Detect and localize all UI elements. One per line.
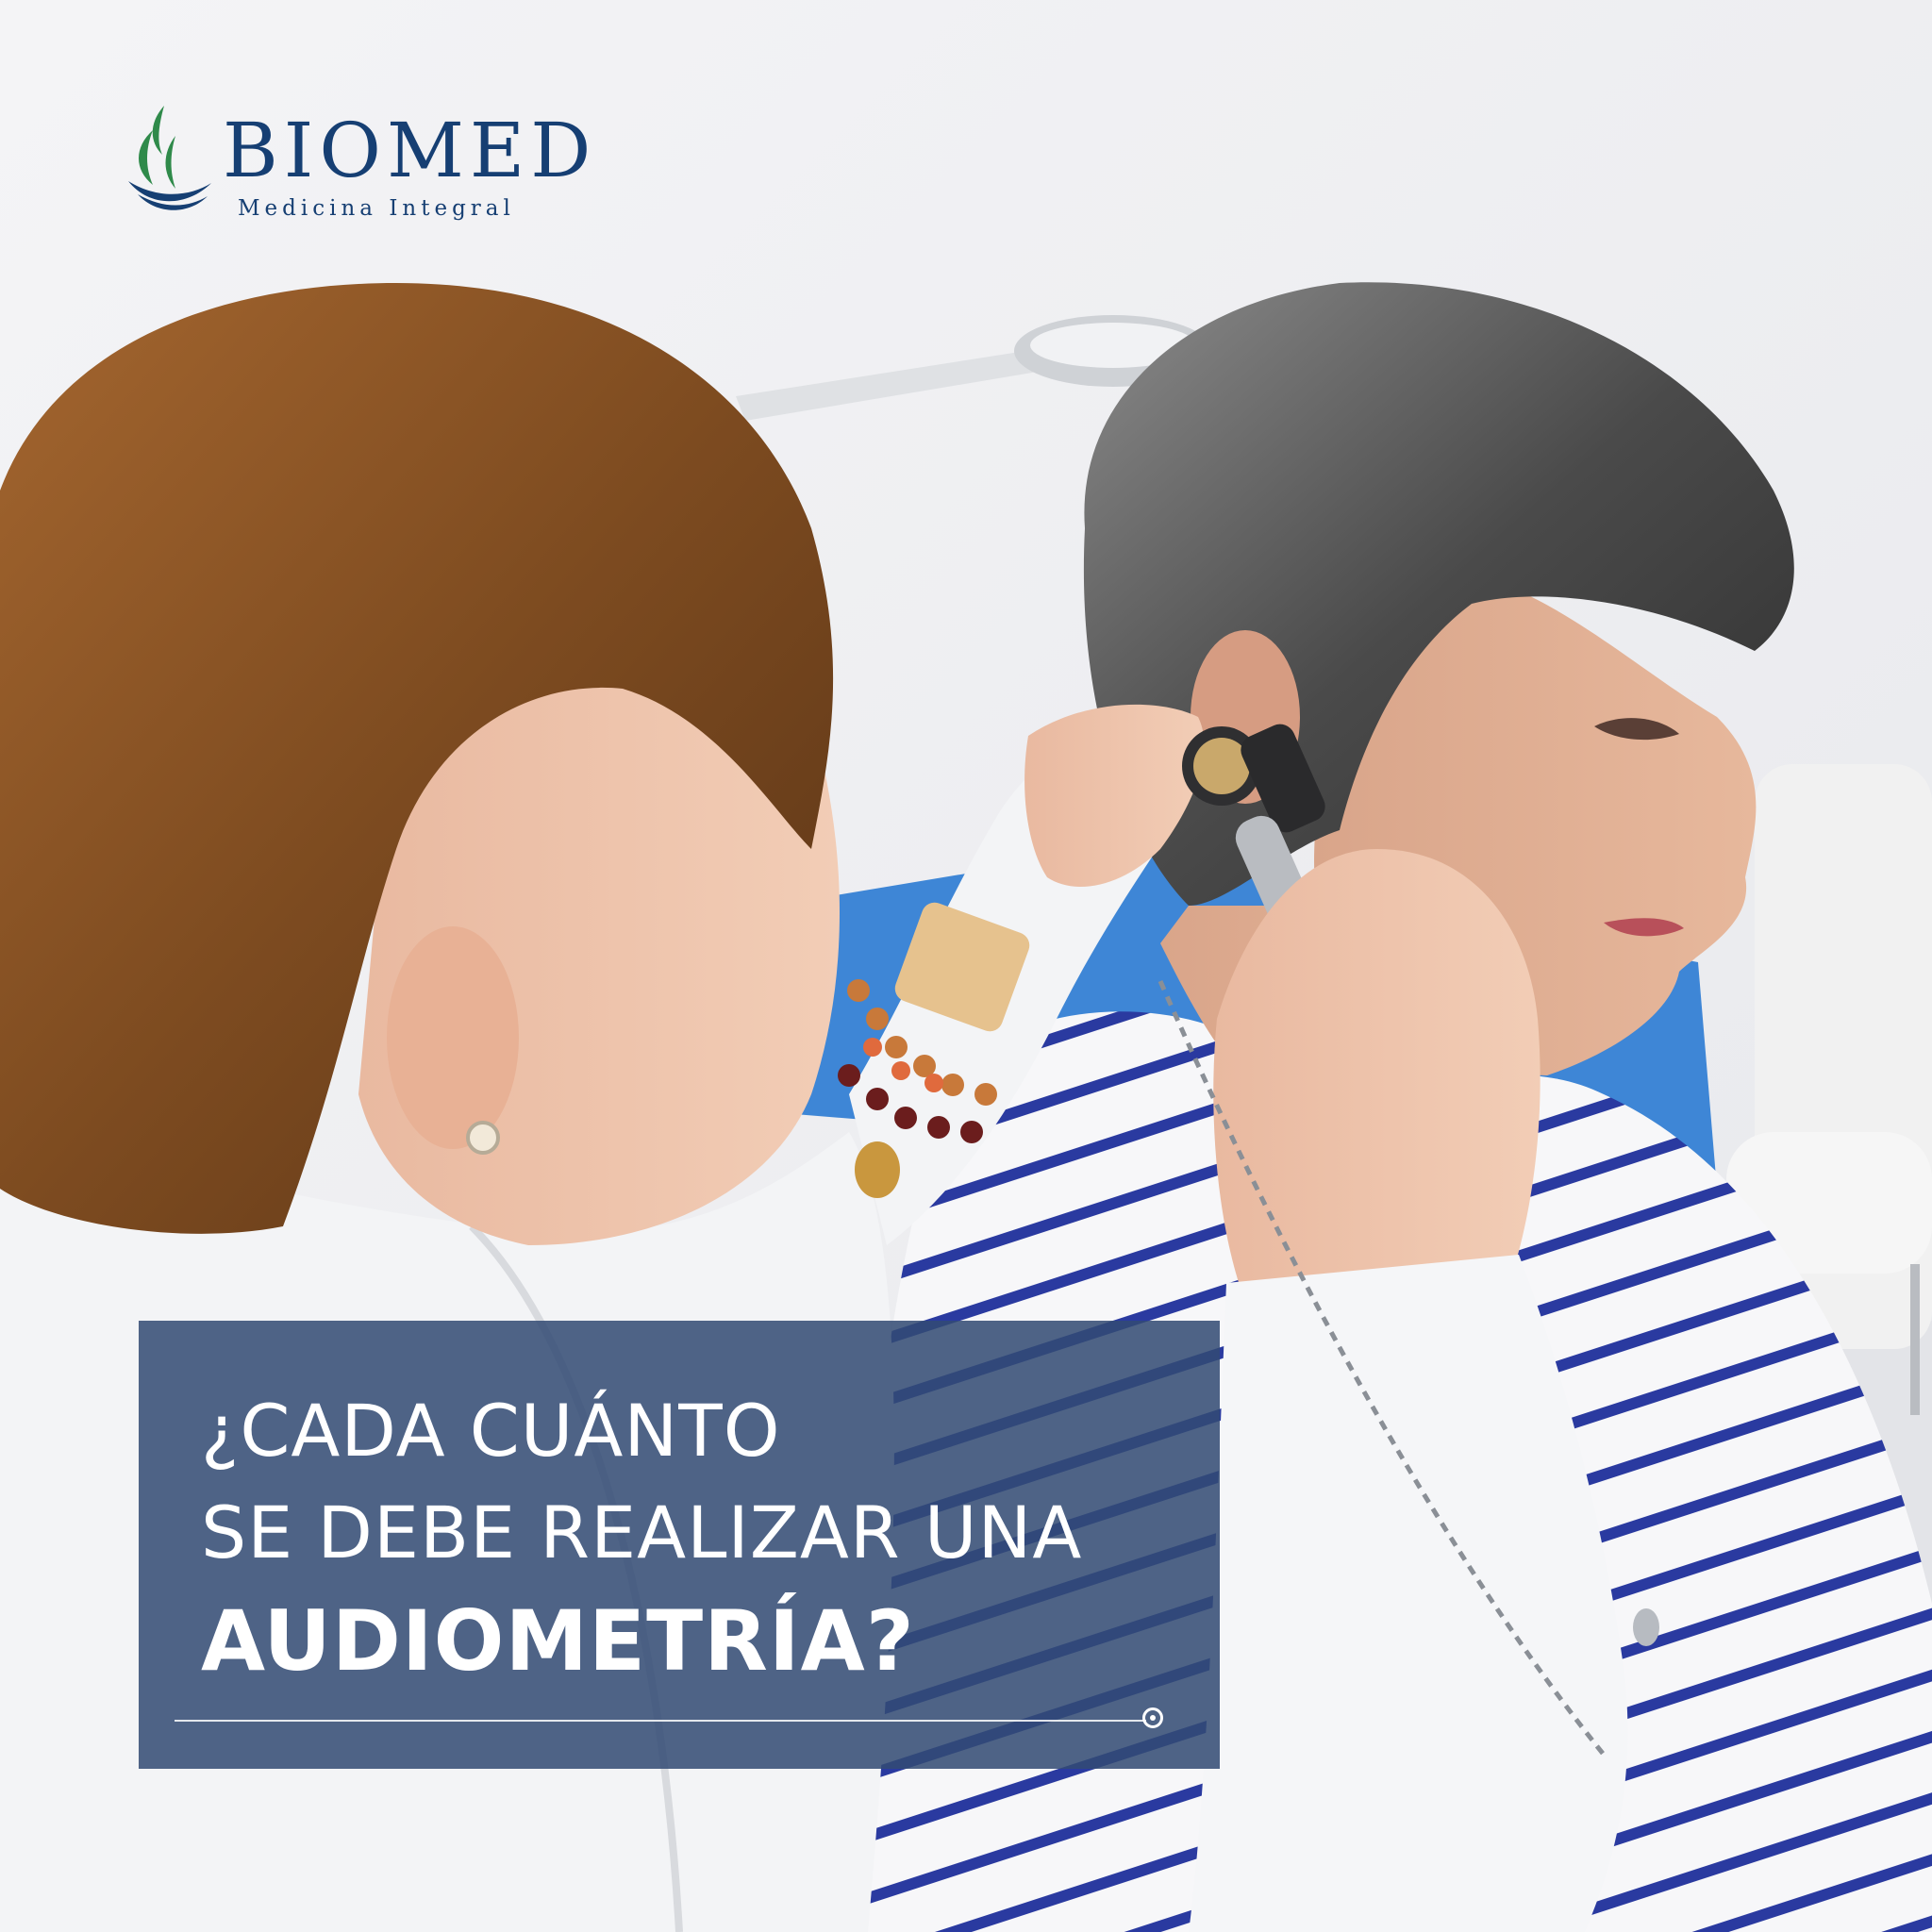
biomed-leaf-icon — [128, 106, 211, 210]
brand-name: BIOMED — [223, 107, 597, 194]
poster: BIOMED Medicina Integral ¿CADA CUÁNTO SE… — [0, 0, 1932, 1932]
divider-dot-icon — [1142, 1707, 1163, 1728]
divider-line — [175, 1720, 1146, 1722]
headline-line-1: ¿CADA CUÁNTO — [201, 1389, 781, 1473]
headline-line-3: AUDIOMETRÍA? — [201, 1592, 915, 1690]
headline-banner: ¿CADA CUÁNTO SE DEBE REALIZAR UNA AUDIOM… — [139, 1321, 1220, 1769]
brand-logo: BIOMED Medicina Integral — [121, 102, 611, 225]
headline-line-2: SE DEBE REALIZAR UNA — [201, 1491, 1083, 1574]
brand-tagline: Medicina Integral — [238, 196, 515, 221]
